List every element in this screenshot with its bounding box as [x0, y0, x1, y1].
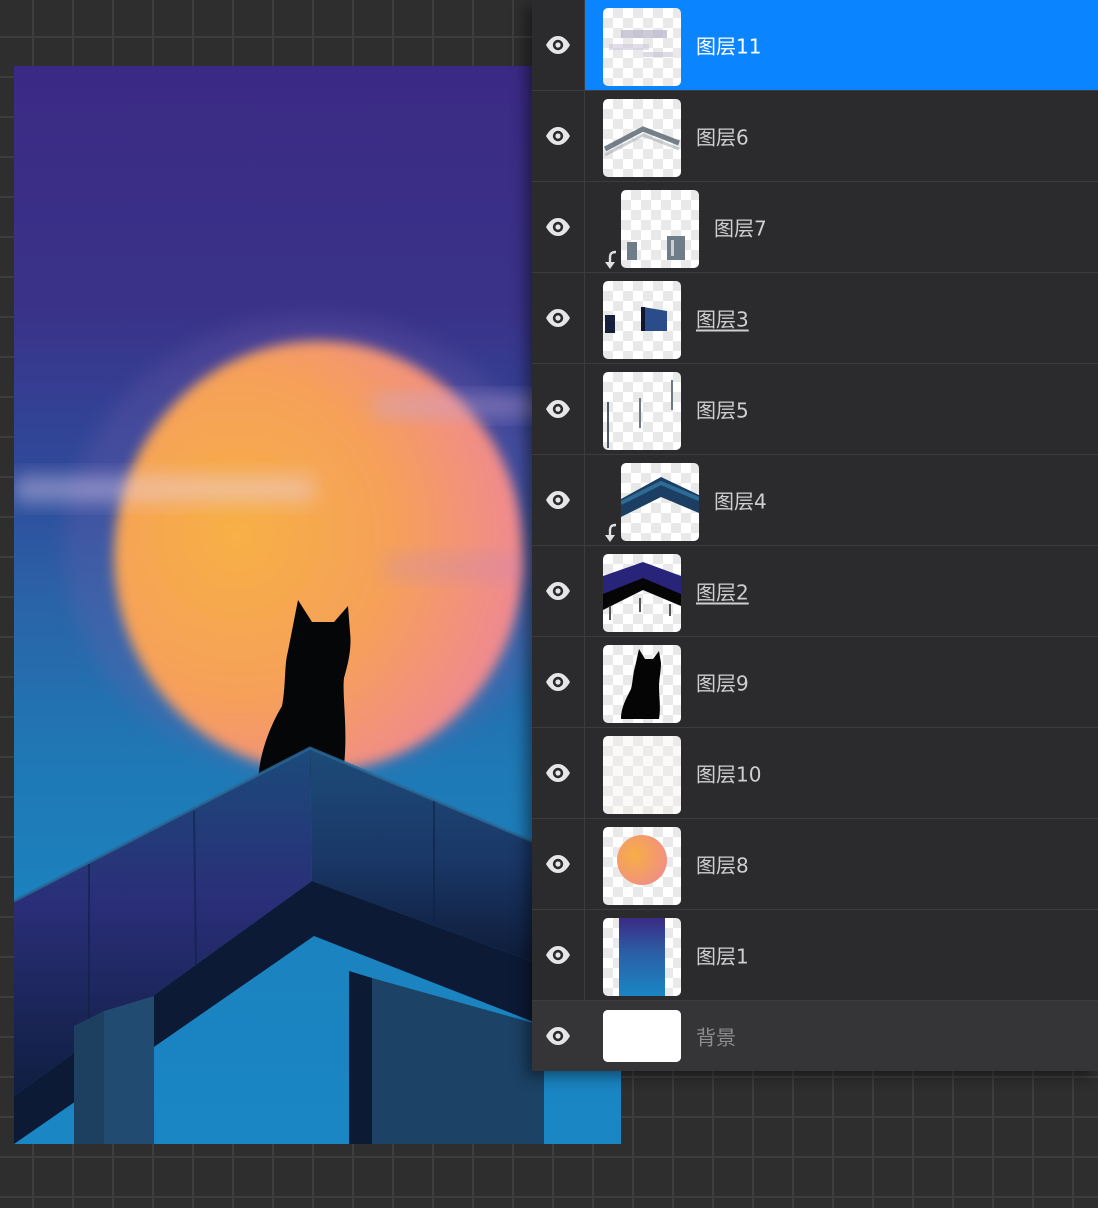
eye-icon[interactable]: [545, 763, 571, 783]
layer-thumbnail[interactable]: [603, 1010, 681, 1062]
eye-icon[interactable]: [545, 490, 571, 510]
eye-icon[interactable]: [545, 581, 571, 601]
eye-icon[interactable]: [545, 399, 571, 419]
layer-thumbnail[interactable]: [621, 190, 699, 268]
eye-icon[interactable]: [545, 672, 571, 692]
layer-row-5[interactable]: 图层5: [532, 364, 1098, 455]
pillar-middle: [349, 971, 372, 1144]
visibility-column: [532, 546, 585, 636]
layer-content[interactable]: 图层9: [585, 637, 1098, 727]
visibility-column: [532, 1001, 584, 1071]
layer-thumbnail[interactable]: [621, 463, 699, 541]
layer-name: 图层3: [696, 307, 749, 332]
artwork-illustration: [14, 316, 574, 1144]
eye-icon[interactable]: [545, 35, 571, 55]
layer-row-10[interactable]: 图层10: [532, 728, 1098, 819]
layer-content[interactable]: 图层1: [585, 910, 1098, 1000]
layer-row-1[interactable]: 图层1: [532, 910, 1098, 1001]
layer-row-8[interactable]: 图层8: [532, 819, 1098, 910]
visibility-column: [532, 819, 585, 909]
layer-content[interactable]: 图层2: [585, 546, 1098, 636]
layer-thumbnail[interactable]: [603, 372, 681, 450]
layer-thumbnail[interactable]: [603, 827, 681, 905]
layer-content[interactable]: 背景: [585, 1001, 1098, 1071]
layer-content[interactable]: 图层3: [585, 273, 1098, 363]
layer-thumbnail[interactable]: [603, 281, 681, 359]
eye-icon[interactable]: [545, 945, 571, 965]
layer-content[interactable]: 图层5: [585, 364, 1098, 454]
layer-content[interactable]: 图层8: [585, 819, 1098, 909]
layer-content[interactable]: 图层7: [585, 182, 1098, 272]
visibility-column: [532, 728, 585, 818]
layer-name: 图层4: [714, 489, 767, 514]
visibility-column: [532, 455, 585, 545]
layer-name: 图层9: [696, 671, 749, 696]
visibility-column: [532, 182, 585, 272]
clipping-mask-arrow-icon: [604, 523, 620, 543]
layer-name: 图层5: [696, 398, 749, 423]
light-streak: [14, 476, 314, 502]
visibility-column: [532, 637, 585, 727]
layer-name: 图层7: [714, 216, 767, 241]
eye-icon[interactable]: [545, 1026, 571, 1046]
visibility-column: [532, 910, 585, 1000]
pillar-left: [74, 1011, 104, 1144]
visibility-column: [532, 91, 585, 181]
layer-row-11[interactable]: 图层11: [532, 0, 1098, 91]
layer-name: 图层8: [696, 853, 749, 878]
layer-name: 背景: [696, 1025, 736, 1050]
layer-row-3[interactable]: 图层3: [532, 273, 1098, 364]
layer-row-6[interactable]: 图层6: [532, 91, 1098, 182]
layer-name: 图层2: [696, 580, 749, 605]
visibility-column: [532, 0, 585, 90]
layer-content[interactable]: 图层10: [585, 728, 1098, 818]
clipping-mask-arrow-icon: [604, 250, 620, 270]
drawing-canvas[interactable]: [14, 66, 621, 1144]
layers-panel: 图层11 图层6 图层7 图层3 图层5 图层4 图层2 图层9 图层10 图层8 图层1 背景: [532, 0, 1098, 1071]
layer-content[interactable]: 图层11: [585, 0, 1098, 90]
eye-icon[interactable]: [545, 308, 571, 328]
layer-thumbnail[interactable]: [603, 8, 681, 86]
layer-thumbnail[interactable]: [603, 645, 681, 723]
layer-row-7[interactable]: 图层7: [532, 182, 1098, 273]
eye-icon[interactable]: [545, 126, 571, 146]
layer-row-2[interactable]: 图层2: [532, 546, 1098, 637]
layer-thumbnail[interactable]: [603, 99, 681, 177]
layer-thumbnail[interactable]: [603, 918, 681, 996]
layer-name: 图层6: [696, 125, 749, 150]
layer-row-4[interactable]: 图层4: [532, 455, 1098, 546]
layer-row-bg[interactable]: 背景: [532, 1001, 1098, 1071]
cloud-streak: [384, 556, 524, 578]
eye-icon[interactable]: [545, 854, 571, 874]
pillar-left-front: [104, 996, 154, 1144]
layer-thumbnail[interactable]: [603, 554, 681, 632]
visibility-column: [532, 273, 585, 363]
eye-icon[interactable]: [545, 217, 571, 237]
layer-thumbnail[interactable]: [603, 736, 681, 814]
visibility-column: [532, 364, 585, 454]
layer-name: 图层1: [696, 944, 749, 969]
layer-name: 图层10: [696, 762, 762, 787]
layer-content[interactable]: 图层6: [585, 91, 1098, 181]
layer-row-9[interactable]: 图层9: [532, 637, 1098, 728]
layer-content[interactable]: 图层4: [585, 455, 1098, 545]
layer-name: 图层11: [696, 34, 762, 59]
